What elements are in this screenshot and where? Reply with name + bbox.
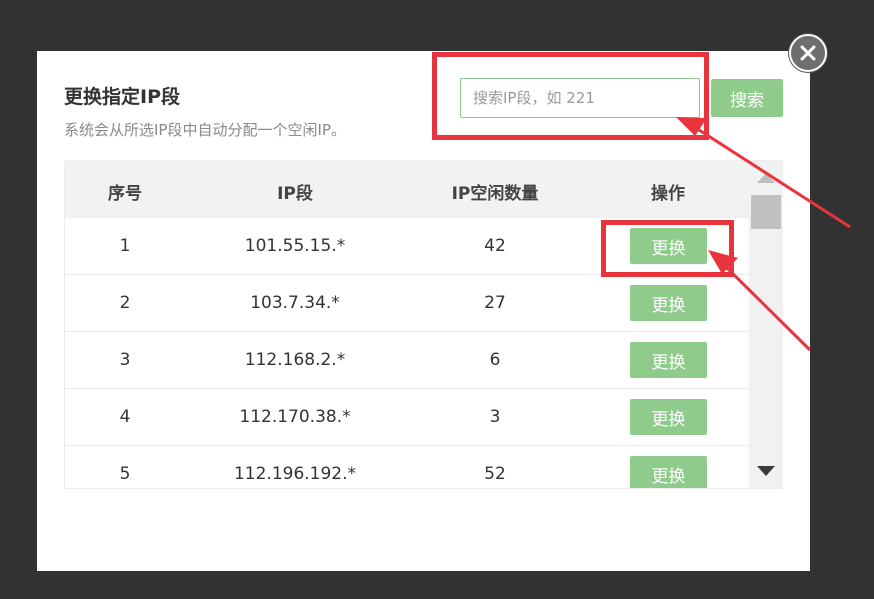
annotation-arrows (676, 117, 851, 352)
arrow-to-change-button (708, 250, 812, 352)
arrow-to-search (676, 117, 851, 229)
